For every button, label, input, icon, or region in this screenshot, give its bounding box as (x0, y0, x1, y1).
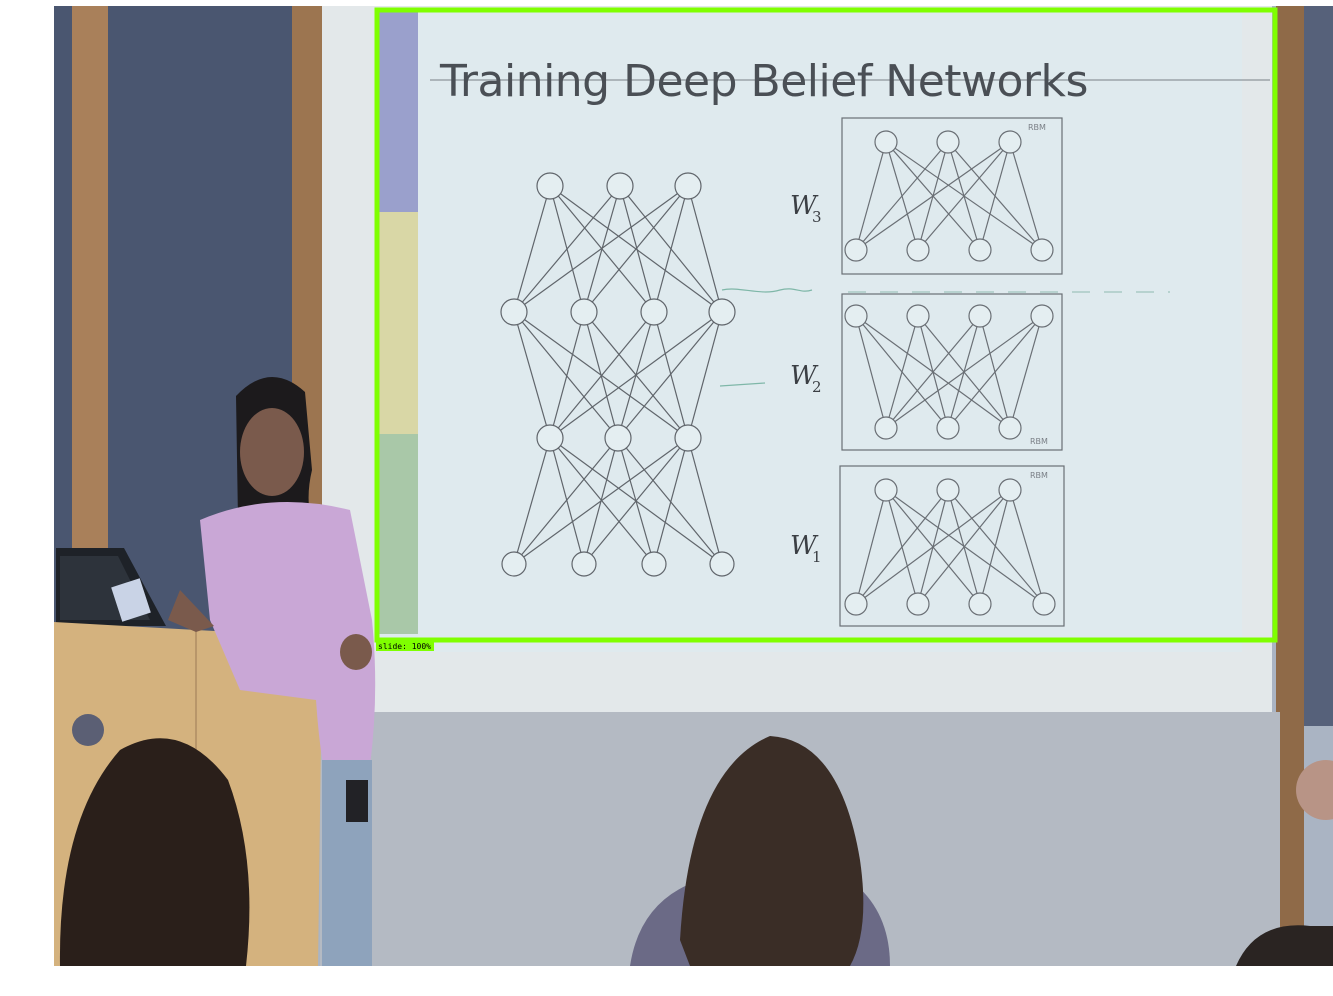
network-node (640, 298, 668, 326)
rbm-node (874, 416, 898, 440)
rbm-node (998, 478, 1022, 502)
rbm-node (1032, 592, 1056, 616)
rbm-node (906, 238, 930, 262)
rbm-node (936, 130, 960, 154)
rbm-node (968, 238, 992, 262)
rbm-node (844, 238, 868, 262)
network-node (536, 424, 564, 452)
rbm-node (906, 304, 930, 328)
rbm-node (936, 416, 960, 440)
network-node (570, 298, 598, 326)
svg-text:RBM: RBM (1030, 471, 1048, 480)
rbm-node (968, 304, 992, 328)
slide-title: Training Deep Belief Networks (439, 56, 1088, 107)
svg-text:2: 2 (812, 378, 822, 396)
slide-accent-green (378, 434, 418, 634)
network-node (536, 172, 564, 200)
network-node (604, 424, 632, 452)
rbm-node (998, 130, 1022, 154)
network-node (674, 172, 702, 200)
rbm-node (936, 478, 960, 502)
network-node (708, 298, 736, 326)
rbm-node (874, 478, 898, 502)
svg-text:3: 3 (812, 208, 822, 226)
wood-pillar-right (1276, 6, 1304, 966)
wood-pillar-left (72, 6, 108, 626)
svg-text:RBM: RBM (1030, 437, 1048, 446)
slide-accent-blue (378, 12, 418, 212)
rbm-node (844, 592, 868, 616)
svg-text:RBM: RBM (1028, 123, 1046, 132)
rbm-node (1030, 304, 1054, 328)
slide-accent-yellow (378, 212, 418, 434)
rbm-node (998, 416, 1022, 440)
rbm-node (968, 592, 992, 616)
network-node (500, 298, 528, 326)
network-node (501, 551, 527, 577)
network-node (571, 551, 597, 577)
network-node (709, 551, 735, 577)
rbm-node (906, 592, 930, 616)
rbm-node (1030, 238, 1054, 262)
lecture-scene: Training Deep Belief Networks W 3 W 2 W … (54, 6, 1333, 966)
svg-text:1: 1 (812, 548, 822, 566)
rbm-node (844, 304, 868, 328)
rbm-node (874, 130, 898, 154)
network-node (674, 424, 702, 452)
network-node (606, 172, 634, 200)
detection-label: slide: 100% (378, 642, 431, 651)
network-node (641, 551, 667, 577)
